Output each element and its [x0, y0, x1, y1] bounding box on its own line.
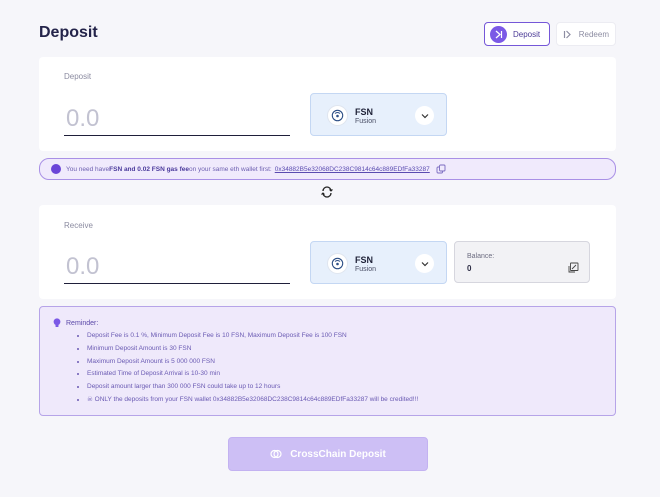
info-dot-icon: [51, 164, 61, 174]
reminder-item-warning-text: ONLY the deposits from your FSN wallet 0…: [94, 395, 419, 403]
redeem-mode-label: Redeem: [578, 29, 609, 39]
redeem-mode-button[interactable]: Redeem: [556, 22, 616, 46]
deposit-mode-button[interactable]: Deposit: [484, 22, 550, 46]
fusion-logo-icon: [327, 253, 348, 274]
deposit-token-chain: Fusion: [355, 118, 377, 125]
max-balance-icon[interactable]: [568, 260, 579, 273]
balance-label: Balance:: [467, 253, 495, 260]
fusion-logo-icon: [327, 105, 348, 126]
redeem-arrow-icon: [562, 26, 573, 43]
deposit-token-select[interactable]: FSN Fusion: [310, 93, 447, 136]
deposit-mode-label: Deposit: [513, 29, 541, 39]
reminder-item: Deposit Fee is 0.1 %, Minimum Deposit Fe…: [87, 330, 418, 343]
notice-text-bold: FSN and 0.02 FSN gas fee: [109, 165, 189, 173]
reminder-item: Maximum Deposit Amount is 5 000 000 FSN: [87, 356, 418, 369]
reminder-item: Estimated Time of Deposit Arrival is 10-…: [87, 368, 418, 381]
chevron-down-icon: [415, 106, 434, 125]
submit-label: CrossChain Deposit: [290, 448, 386, 460]
reminder-panel: Reminder: Deposit Fee is 0.1 %, Minimum …: [39, 306, 616, 416]
reminder-title: Reminder:: [66, 319, 99, 327]
deposit-token-symbol: FSN: [355, 107, 373, 117]
receive-label: Receive: [64, 221, 93, 230]
crosschain-deposit-button[interactable]: CrossChain Deposit: [228, 437, 428, 471]
copy-icon[interactable]: [436, 164, 446, 174]
mode-toggle: Deposit Redeem: [484, 22, 616, 46]
balance-box: Balance: 0: [454, 241, 590, 283]
reminder-item-warning: ☠ ONLY the deposits from your FSN wallet…: [87, 394, 418, 407]
reminder-item: Minimum Deposit Amount is 30 FSN: [87, 343, 418, 356]
swap-direction-icon[interactable]: [321, 186, 333, 198]
reminder-item: Deposit amount larger than 300 000 FSN c…: [87, 381, 418, 394]
gas-fee-notice: You need have FSN and 0.02 FSN gas fee o…: [39, 158, 616, 180]
page-title: Deposit: [39, 24, 98, 41]
lightbulb-icon: [53, 318, 61, 328]
notice-text-after: on your same eth wallet first:: [188, 165, 272, 173]
receive-token-symbol: FSN: [355, 255, 373, 265]
receive-card: Receive FSN Fusion Balance: 0: [39, 205, 616, 299]
deposit-arrow-icon: [490, 25, 507, 43]
chevron-down-icon: [415, 254, 434, 273]
receive-token-chain: Fusion: [355, 266, 377, 273]
receive-token-select[interactable]: FSN Fusion: [310, 241, 447, 284]
crosschain-icon: [270, 448, 282, 460]
balance-value: 0: [467, 264, 472, 273]
notice-text-before: You need have: [66, 165, 110, 173]
receive-amount-input[interactable]: [64, 250, 290, 284]
deposit-label: Deposit: [64, 72, 92, 81]
reminder-header: Reminder:: [53, 318, 98, 328]
reminder-list: Deposit Fee is 0.1 %, Minimum Deposit Fe…: [75, 330, 418, 407]
notice-wallet-address[interactable]: 0x34882B5e32068DC238C9814c64c889EDfFa332…: [275, 166, 430, 173]
deposit-card: Deposit FSN Fusion: [39, 57, 616, 151]
skull-emoji-icon: ☠: [87, 395, 95, 403]
deposit-amount-input[interactable]: [64, 102, 290, 136]
